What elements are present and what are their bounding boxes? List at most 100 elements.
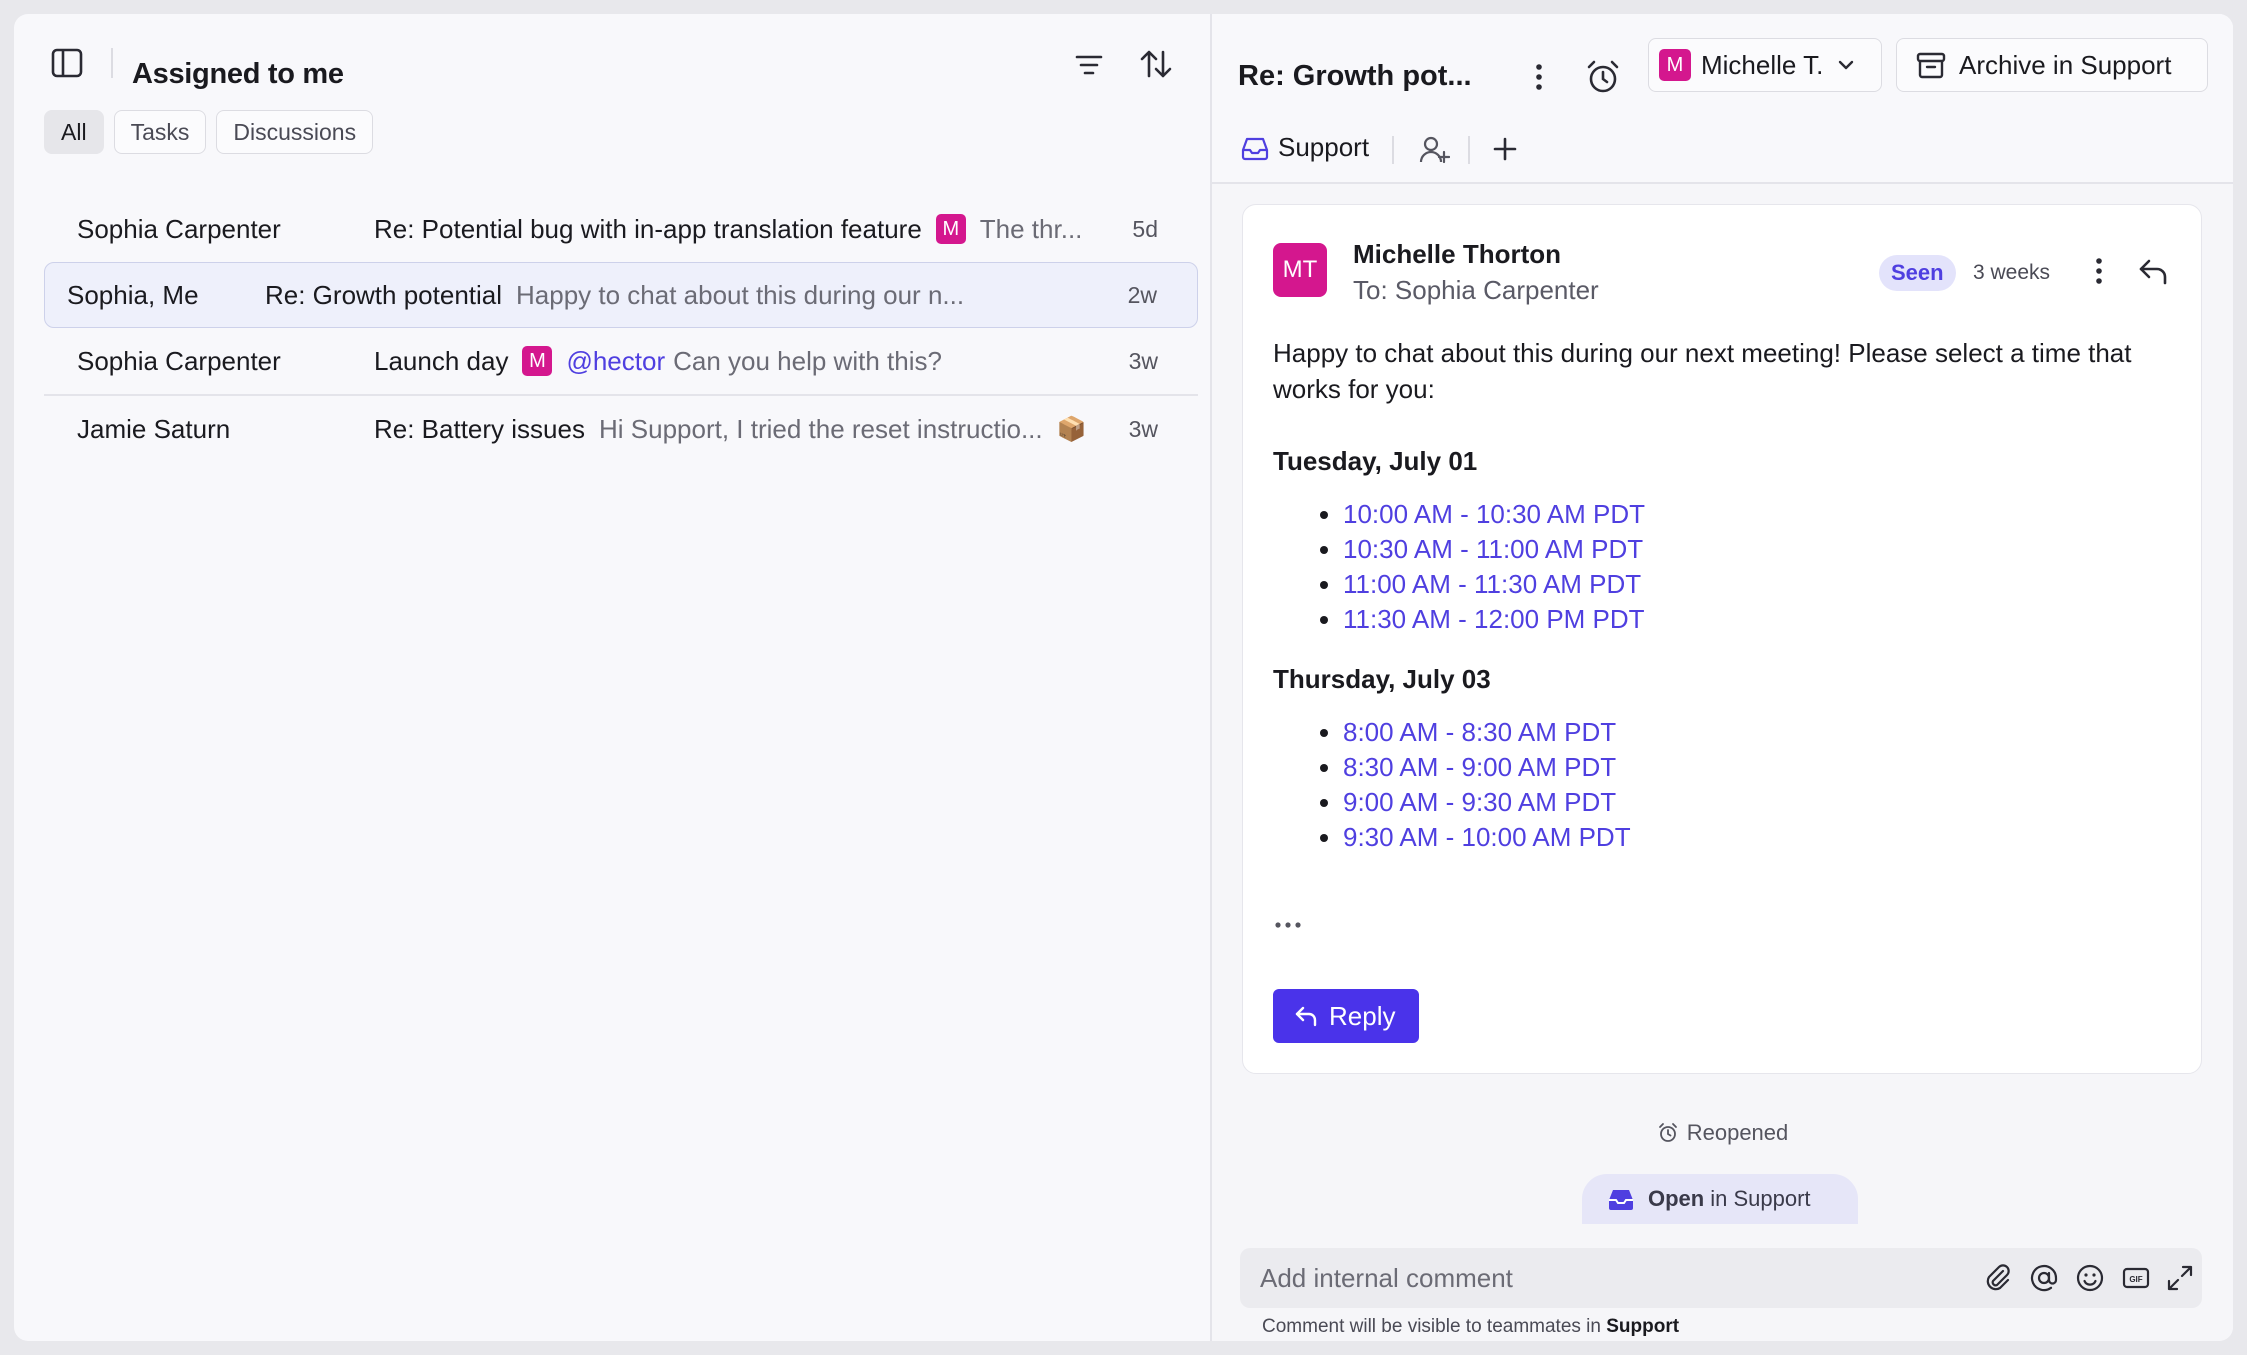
row-sender: Jamie Saturn [77, 413, 231, 444]
recipient-line: To: Sophia Carpenter [1353, 275, 1599, 305]
comment-placeholder: Add internal comment [1260, 1262, 1513, 1293]
sender-name: Michelle Thorton [1353, 239, 1561, 269]
time-slot-link[interactable]: 9:00 AM - 9:30 AM PDT [1343, 785, 2183, 820]
archive-icon [1916, 52, 1946, 79]
chevron-down-icon [1839, 60, 1854, 70]
open-status: Open [1648, 1186, 1705, 1211]
time-slot-link[interactable]: 11:00 AM - 11:30 AM PDT [1343, 567, 2183, 602]
comment-input[interactable]: Add internal comment GIF [1240, 1248, 2202, 1308]
time-slot-link[interactable]: 9:30 AM - 10:00 AM PDT [1343, 820, 2183, 855]
row-subject-line: Launch day M @hector Can you help with t… [374, 346, 1110, 377]
header-divider [111, 48, 113, 78]
assignee-badge: M [522, 346, 553, 376]
message-intro: Happy to chat about this during our next… [1273, 338, 2132, 404]
conversation-row-selected[interactable]: Sophia, Me Re: Growth potential Happy to… [44, 262, 1198, 328]
time-slot-link[interactable]: 8:30 AM - 9:00 AM PDT [1343, 750, 2183, 785]
alarm-clock-icon[interactable] [1584, 58, 1622, 96]
alarm-clock-icon [1658, 1123, 1677, 1142]
inbox-label: Support [1278, 132, 1370, 162]
tag-divider [1392, 136, 1394, 164]
note-team: Support [1606, 1316, 1680, 1337]
thread-header: Re: Growth pot... M Michelle T. Archive … [1212, 14, 2233, 184]
list-header: Assigned to me [14, 14, 1210, 110]
paperclip-icon[interactable] [1982, 1262, 2014, 1294]
time-slot-list: 8:00 AM - 8:30 AM PDT 8:30 AM - 9:00 AM … [1273, 715, 2183, 855]
inbox-icon [1241, 137, 1269, 160]
row-age: 5d [1132, 215, 1158, 242]
tab-discussions[interactable]: Discussions [216, 110, 374, 154]
time-slot-link[interactable]: 8:00 AM - 8:30 AM PDT [1343, 715, 2183, 750]
more-vertical-icon[interactable] [1522, 60, 1556, 94]
at-icon[interactable] [2028, 1262, 2060, 1294]
emoji-icon[interactable] [2074, 1262, 2106, 1294]
comment-visibility-note: Comment will be visible to teammates in … [1262, 1316, 1679, 1338]
sidebar-toggle-icon[interactable] [50, 46, 84, 80]
row-subject-line: Re: Growth potential Happy to chat about… [265, 280, 1109, 311]
mention-link[interactable]: @hector [566, 346, 665, 377]
open-in-support-pill[interactable]: Open in Support [1582, 1174, 1858, 1224]
row-subject: Re: Potential bug with in-app translatio… [374, 213, 922, 244]
row-sender: Sophia Carpenter [77, 213, 281, 244]
status-badge: Seen [1879, 255, 1956, 291]
more-vertical-icon[interactable] [2083, 255, 2115, 287]
row-subject: Re: Growth potential [265, 279, 503, 310]
conversation-list: Sophia Carpenter Re: Potential bug with … [44, 196, 1198, 462]
reply-icon [1295, 1006, 1317, 1027]
reply-icon[interactable] [2135, 253, 2171, 289]
reply-label: Reply [1329, 1000, 1396, 1031]
time-slot-link[interactable]: 10:30 AM - 11:00 AM PDT [1343, 532, 2183, 567]
assignee-dropdown[interactable]: M Michelle T. [1648, 38, 1882, 92]
archive-label: Archive in Support [1959, 49, 2172, 80]
plus-icon[interactable] [1490, 134, 1520, 164]
time-slot-list: 10:00 AM - 10:30 AM PDT 10:30 AM - 11:00… [1273, 497, 2183, 637]
package-icon: 📦 [1056, 415, 1087, 443]
time-slot-link[interactable]: 11:30 AM - 12:00 PM PDT [1343, 602, 2183, 637]
archive-button[interactable]: Archive in Support [1896, 38, 2208, 92]
day-heading: Thursday, July 03 [1273, 664, 1491, 694]
row-sender: Sophia Carpenter [77, 345, 281, 376]
time-slot-link[interactable]: 10:00 AM - 10:30 AM PDT [1343, 497, 2183, 532]
inbox-tag[interactable]: Support [1240, 132, 1369, 163]
svg-text:GIF: GIF [2129, 1275, 2142, 1284]
conversation-row[interactable]: Jamie Saturn Re: Battery issues Hi Suppo… [44, 396, 1198, 462]
inbox-icon [1609, 1190, 1633, 1210]
conversation-list-pane: Assigned to me All Tasks Discussions Sop… [14, 14, 1212, 1341]
row-preview: Happy to chat about this during our n... [516, 279, 965, 310]
avatar: MT [1273, 243, 1327, 297]
row-subject: Re: Battery issues [374, 413, 585, 444]
row-preview: The thr... [979, 213, 1083, 244]
filter-tabs: All Tasks Discussions [44, 110, 374, 154]
assignee-badge: M [935, 214, 966, 244]
assignee-avatar: M [1659, 49, 1691, 81]
row-preview: Hi Support, I tried the reset instructio… [598, 413, 1043, 444]
sort-icon[interactable] [1138, 46, 1174, 82]
row-age: 2w [1127, 281, 1157, 308]
message-time: 3 weeks [1973, 261, 2051, 284]
row-preview: Can you help with this? [673, 345, 942, 376]
add-person-icon[interactable] [1418, 134, 1450, 166]
tag-divider [1468, 136, 1470, 164]
message-body: Happy to chat about this during our next… [1273, 335, 2183, 855]
row-subject: Launch day [374, 345, 509, 376]
show-more-ellipsis-icon[interactable] [1273, 917, 1303, 933]
tab-all[interactable]: All [44, 110, 104, 154]
filter-icon[interactable] [1072, 48, 1106, 82]
page-title: Assigned to me [132, 58, 344, 90]
row-age: 3w [1128, 415, 1158, 442]
gif-icon[interactable]: GIF [2120, 1262, 2152, 1294]
app-window: Assigned to me All Tasks Discussions Sop… [14, 14, 2233, 1341]
event-label: Reopened [1686, 1120, 1789, 1145]
message-card: MT Michelle Thorton To: Sophia Carpenter… [1242, 204, 2202, 1074]
event-reopened: Reopened [1212, 1120, 2233, 1146]
conversation-row[interactable]: Sophia Carpenter Launch day M @hector Ca… [44, 328, 1198, 394]
thread-pane: Re: Growth pot... M Michelle T. Archive … [1212, 14, 2233, 1341]
tab-tasks[interactable]: Tasks [113, 110, 207, 154]
reply-button[interactable]: Reply [1273, 989, 1419, 1043]
row-age: 3w [1128, 347, 1158, 374]
row-sender: Sophia, Me [67, 279, 199, 310]
expand-icon[interactable] [2164, 1262, 2196, 1294]
conversation-row[interactable]: Sophia Carpenter Re: Potential bug with … [44, 196, 1198, 262]
row-subject-line: Re: Battery issues Hi Support, I tried t… [374, 414, 1110, 445]
day-heading: Tuesday, July 01 [1273, 446, 1478, 476]
open-location: in Support [1710, 1186, 1811, 1211]
